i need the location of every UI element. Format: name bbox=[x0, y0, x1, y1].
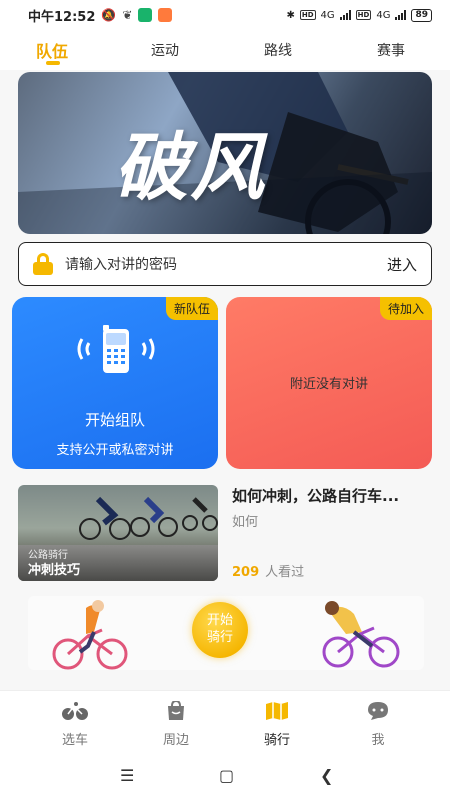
start-team-card[interactable]: 新队伍 开始组队 支持公开或私密对讲 bbox=[12, 297, 218, 469]
thumbnail-title: 冲刺技巧 bbox=[28, 563, 81, 578]
lock-icon bbox=[33, 253, 53, 275]
start-ride-label-1: 开始 bbox=[206, 613, 233, 628]
article-title[interactable]: 如何冲刺，公路自行车... bbox=[232, 485, 432, 506]
shield-app-icon bbox=[138, 8, 153, 22]
signal-icon bbox=[339, 10, 351, 20]
status-bar: 中午12:52 🔕 ❦ ✱ HD 4G HD 4G 89 bbox=[0, 0, 450, 30]
nav-item-me[interactable]: 我 bbox=[348, 701, 408, 748]
tab-events[interactable]: 赛事 bbox=[377, 40, 405, 60]
pending-badge: 待加入 bbox=[379, 297, 432, 320]
start-ride-label-2: 骑行 bbox=[206, 630, 233, 645]
no-nearby-intercom-text: 附近没有对讲 bbox=[289, 377, 368, 392]
start-team-subtitle: 支持公开或私密对讲 bbox=[56, 443, 174, 458]
tab-team[interactable]: 队伍 bbox=[36, 38, 68, 62]
banner-title: 破风 bbox=[114, 125, 266, 211]
status-left: 中午12:52 🔕 ❦ bbox=[28, 6, 286, 25]
promo-banner[interactable]: 破风 bbox=[18, 72, 432, 234]
password-input[interactable]: 请输入对讲的密码 bbox=[65, 254, 387, 274]
view-count-number: 209 bbox=[232, 565, 260, 580]
nav-item-select-bike[interactable]: 选车 bbox=[45, 701, 105, 748]
bird-app-icon: ❦ bbox=[122, 8, 133, 22]
shopping-bag-icon bbox=[168, 701, 184, 720]
bike-icon bbox=[62, 702, 88, 720]
system-navigation-bar: ☰ ▢ ❮ bbox=[0, 752, 450, 800]
start-team-title: 开始组队 bbox=[84, 411, 145, 429]
network-type: 4G bbox=[320, 9, 335, 21]
profile-chat-icon bbox=[368, 702, 388, 720]
article-thumbnail: 公路骑行 冲刺技巧 bbox=[18, 485, 218, 581]
article-subtitle: 如何 bbox=[232, 515, 259, 530]
hd-icon-2: HD bbox=[355, 10, 372, 20]
start-ride-button[interactable]: 开始 骑行 bbox=[192, 602, 248, 658]
menu-icon[interactable]: ☰ bbox=[120, 766, 134, 785]
map-icon bbox=[266, 702, 288, 720]
nav-label-select-bike: 选车 bbox=[61, 733, 88, 748]
nav-item-nearby[interactable]: 周边 bbox=[146, 701, 206, 748]
home-icon[interactable]: ▢ bbox=[219, 766, 234, 785]
battery-icon: 89 bbox=[411, 8, 432, 22]
article-view-count: 209 人看过 bbox=[232, 561, 304, 580]
hd-icon: HD bbox=[299, 10, 316, 20]
tab-route[interactable]: 路线 bbox=[264, 40, 292, 60]
status-right: ✱ HD 4G HD 4G 89 bbox=[286, 8, 432, 22]
active-tab-indicator bbox=[46, 61, 60, 65]
status-time: 中午12:52 bbox=[28, 9, 96, 25]
top-tabs: 队伍 运动 路线 赛事 bbox=[0, 30, 450, 70]
nav-label-ride: 骑行 bbox=[263, 733, 290, 748]
pending-join-card[interactable]: 待加入 附近没有对讲 bbox=[226, 297, 432, 469]
view-count-suffix: 人看过 bbox=[265, 565, 305, 580]
enter-button[interactable]: 进入 bbox=[387, 254, 417, 275]
bluetooth-icon: ✱ bbox=[286, 9, 295, 21]
bottom-nav: 选车 周边 骑行 我 bbox=[0, 690, 450, 752]
walkie-talkie-icon bbox=[77, 325, 155, 373]
mute-bell-icon: 🔕 bbox=[101, 8, 117, 22]
network-type-2: 4G bbox=[376, 9, 391, 21]
nav-label-nearby: 周边 bbox=[162, 733, 189, 748]
signal-icon-2 bbox=[395, 10, 407, 20]
new-team-badge: 新队伍 bbox=[165, 297, 218, 320]
nav-item-ride[interactable]: 骑行 bbox=[247, 701, 307, 748]
shop-app-icon bbox=[158, 8, 173, 22]
nav-label-me: 我 bbox=[371, 733, 385, 748]
tab-sport[interactable]: 运动 bbox=[151, 40, 179, 60]
intercom-password-bar[interactable]: 请输入对讲的密码 进入 bbox=[18, 242, 432, 286]
article-item[interactable]: 公路骑行 冲刺技巧 如何冲刺，公路自行车... 如何 209 人看过 bbox=[18, 485, 432, 581]
back-icon[interactable]: ❮ bbox=[320, 766, 333, 785]
